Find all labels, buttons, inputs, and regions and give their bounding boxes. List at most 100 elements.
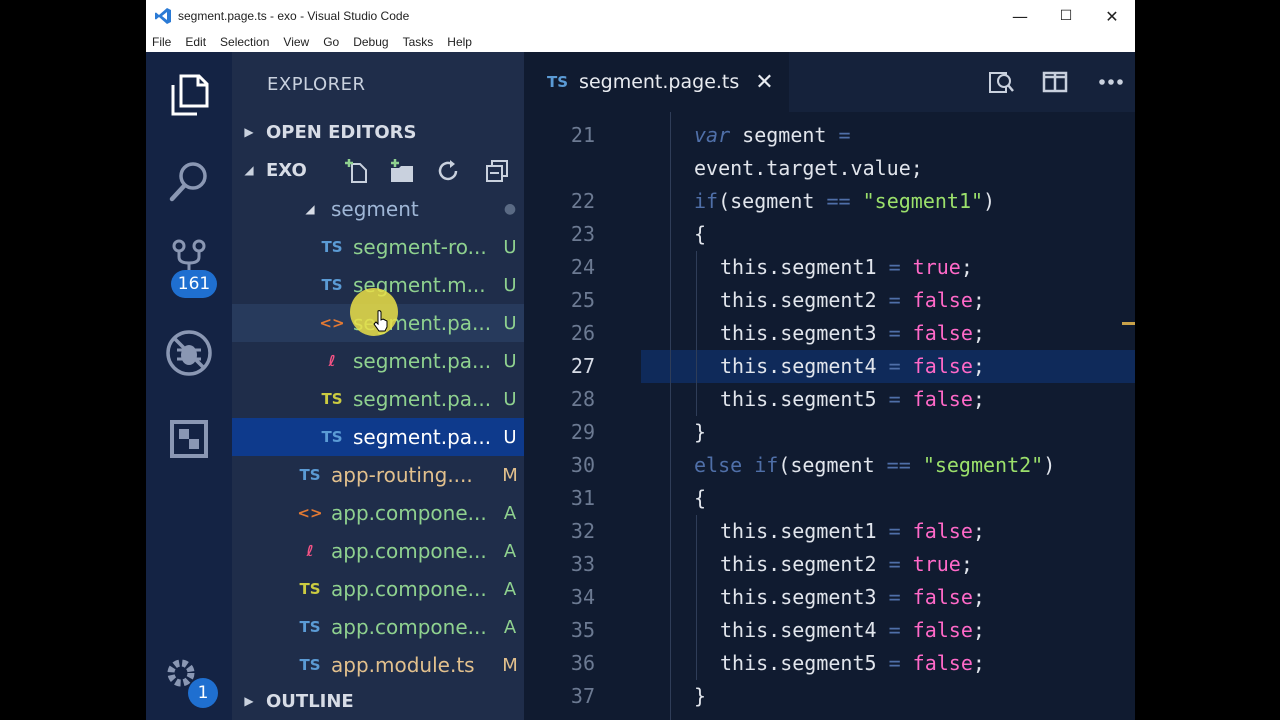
close-tab-icon[interactable]: ✕ [755,70,773,95]
code-token: = [888,618,901,642]
menu-tasks[interactable]: Tasks [396,35,441,49]
code-line: 22 if(segment == "segment1") [524,185,1135,218]
html-file-icon: <> [297,504,323,522]
menu-selection[interactable]: Selection [213,35,276,49]
code-token: = [888,288,901,312]
close-window-button[interactable]: ✕ [1089,0,1135,32]
activity-explorer[interactable] [146,52,232,138]
line-number: 23 [570,222,595,246]
debug-icon [166,330,212,376]
activity-search[interactable] [146,138,232,224]
tree-file-item[interactable]: <> app.compone... A [232,494,524,532]
chevron-down-icon: ◢ [244,163,254,177]
code-token: } [694,420,707,444]
code-text: this.segment5 = false; [720,383,985,416]
new-file-button[interactable] [342,156,372,186]
outline-section[interactable]: ▶ OUTLINE [232,682,524,720]
code-token: if [694,189,719,213]
git-status-badge: A [503,578,517,600]
file-name: segment-ro... [353,235,487,259]
menu-go[interactable]: Go [316,35,346,49]
git-status-badge: U [503,426,517,448]
code-text: this.segment3 = false; [720,317,985,350]
activity-manage[interactable]: 1 [146,638,232,720]
tree-file-item[interactable]: TS app-routing.... M [232,456,524,494]
tree-file-item[interactable]: TS segment.pa... U [232,418,524,456]
typescript-file-icon: TS [321,390,343,408]
tree-file-item[interactable]: TS app.module.ts M [232,646,524,684]
code-text: { [694,482,706,515]
more-actions-button[interactable] [1096,67,1126,97]
maximize-button[interactable]: ☐ [1043,0,1089,32]
activity-bar: 161 1 [146,52,232,720]
chevron-right-icon: ▶ [244,125,254,139]
split-editor-icon [1042,71,1068,93]
code-token: ; [972,387,985,411]
code-line: 32 this.segment1 = false; [524,515,1135,548]
tree-file-item[interactable]: TS segment.pa... U [232,380,524,418]
code-text: if(segment == "segment1") [694,185,995,218]
tree-file-item[interactable]: TS segment-ro... U [232,228,524,266]
code-token: == [826,189,851,213]
refresh-button[interactable] [433,156,463,186]
code-line: 21 var segment = [524,119,1135,152]
menu-file[interactable]: File [146,35,178,49]
line-number: 22 [570,189,595,213]
code-line: 29} [524,416,1135,449]
new-file-icon [345,159,367,183]
activity-source-control[interactable]: 161 [146,224,232,310]
code-line: 25 this.segment2 = false; [524,284,1135,317]
tree-folder-item[interactable]: ◢ segment ● [232,190,524,228]
code-token: ; [972,651,985,675]
code-token: = [888,354,901,378]
activity-extensions[interactable] [146,396,232,482]
line-number: 28 [570,387,595,411]
open-changes-button[interactable] [986,67,1016,97]
code-editor[interactable]: 21 var segment = event.target.value; 22 if(s… [524,112,1135,720]
code-token: == [886,453,911,477]
code-token: this.segment5 [720,651,889,675]
code-token: = [838,123,851,147]
scss-file-icon: ℓ [328,352,336,370]
open-editors-section[interactable]: ▶ OPEN EDITORS [232,114,524,150]
new-folder-button[interactable] [387,156,417,186]
minimize-button[interactable]: — [997,0,1043,32]
vscode-logo-icon [155,8,171,24]
menu-debug[interactable]: Debug [346,35,395,49]
code-token: = [888,255,901,279]
code-token: { [694,222,707,246]
code-line: 31 { [524,482,1135,515]
folder-section[interactable]: ◢ EXO [232,152,524,188]
typescript-file-icon: TS [299,580,321,598]
file-name: segment.pa... [353,349,492,373]
tree-file-item[interactable]: TS app.compone... A [232,608,524,646]
code-text: this.segment2 = true; [720,548,973,581]
typescript-file-icon: TS [321,276,343,294]
indent-guide [696,515,697,680]
tree-file-item[interactable]: ℓ app.compone... A [232,532,524,570]
activity-debug[interactable] [146,310,232,396]
collapse-all-button[interactable] [482,156,512,186]
git-status-badge: M [502,464,518,486]
code-token: = [888,585,901,609]
tree-file-item[interactable]: TS app.compone... A [232,570,524,608]
menu-help[interactable]: Help [440,35,479,49]
extensions-icon [170,420,208,458]
outline-label: OUTLINE [266,690,354,712]
split-editor-button[interactable] [1040,67,1070,97]
menu-bar: File Edit Selection View Go Debug Tasks … [146,32,1135,52]
code-token: ) [983,189,996,213]
tab-segment-page-ts[interactable]: TS segment.page.ts ✕ [524,52,789,112]
menu-edit[interactable]: Edit [178,35,213,49]
code-token: false [912,321,973,345]
code-token: true [912,255,961,279]
code-token: false [912,519,973,543]
code-token: this.segment2 [720,288,889,312]
menu-view[interactable]: View [276,35,316,49]
title-bar: segment.page.ts - exo - Visual Studio Co… [146,0,1135,32]
tree-file-item[interactable]: ℓ segment.pa... U [232,342,524,380]
